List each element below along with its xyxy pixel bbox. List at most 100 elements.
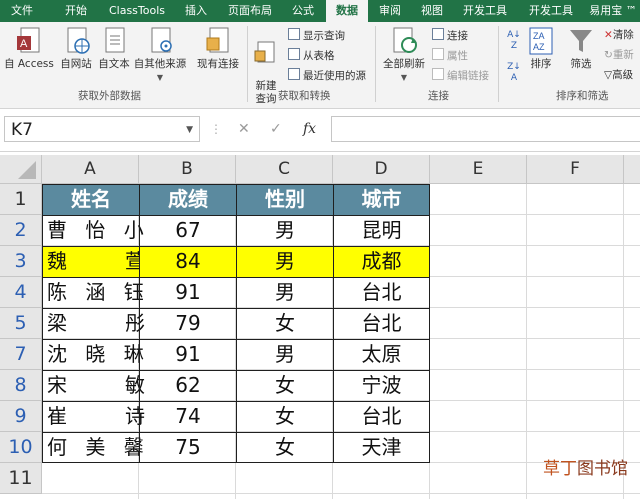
from-text-button[interactable]: 自文本 (94, 26, 134, 71)
row-header-9[interactable]: 9 (0, 401, 42, 432)
from-other-sources-button[interactable]: 自其他来源 ▼ (132, 26, 188, 84)
connections-button[interactable]: 连接 (432, 28, 468, 43)
row-header-11[interactable]: 11 (0, 463, 42, 494)
table-cell-score[interactable]: 79 (139, 308, 236, 339)
tab-data[interactable]: 数据 (326, 0, 368, 22)
table-cell-name[interactable]: 宋 敏 (42, 370, 145, 401)
tab-view[interactable]: 视图 (414, 0, 450, 22)
queries-icon (288, 28, 300, 40)
tab-home[interactable]: 开始 (56, 0, 96, 22)
table-cell-score[interactable]: 91 (139, 277, 236, 308)
sort-button[interactable]: ZA AZ 排序 (526, 26, 556, 71)
table-cell-name[interactable]: 崔 诗 (42, 401, 145, 432)
row-header-7[interactable]: 7 (0, 339, 42, 370)
table-cell-name[interactable]: 魏 萱 (42, 246, 145, 277)
column-header-f[interactable]: F (527, 155, 624, 184)
ribbon-tab-bar: 文件 开始 ClassTools 插入 页面布局 公式 数据 审阅 视图 开发工… (0, 0, 640, 22)
tab-developer[interactable]: 开发工具 (456, 0, 514, 22)
show-queries-button[interactable]: 显示查询 (288, 28, 345, 43)
row-header-4[interactable]: 4 (0, 277, 42, 308)
row-header-5[interactable]: 5 (0, 308, 42, 339)
name-box[interactable]: K7 ▼ (4, 116, 200, 142)
column-header-c[interactable]: C (236, 155, 333, 184)
row-header-3[interactable]: 3 (0, 246, 42, 277)
from-text-label: 自文本 (98, 58, 130, 70)
header-cell-name[interactable]: 姓名 (42, 184, 139, 215)
tab-file[interactable]: 文件 (4, 0, 40, 22)
table-cell-name[interactable]: 曹 怡 小 (42, 215, 144, 246)
from-web-label: 自网站 (60, 58, 92, 70)
table-cell-city[interactable]: 宁波 (333, 370, 430, 401)
tab-classtools[interactable]: ClassTools (104, 0, 170, 22)
table-cell-city[interactable]: 成都 (333, 246, 430, 277)
sort-az-button[interactable]: A↓ Z (504, 30, 524, 52)
reapply-button[interactable]: ↻重新 (604, 48, 634, 62)
advanced-button[interactable]: ▽高级 (604, 68, 633, 82)
more-options-icon[interactable]: ⋮ (210, 116, 222, 142)
table-cell-gender[interactable]: 女 (236, 401, 333, 432)
column-header-e[interactable]: E (430, 155, 527, 184)
table-cell-score[interactable]: 67 (139, 215, 236, 246)
column-header-g[interactable] (624, 155, 640, 184)
cancel-icon[interactable]: ✕ (238, 116, 250, 142)
row-header-10[interactable]: 10 (0, 432, 42, 463)
edit-links-label: 编辑链接 (447, 70, 489, 82)
table-cell-score[interactable]: 91 (139, 339, 236, 370)
row-header-8[interactable]: 8 (0, 370, 42, 401)
table-cell-city[interactable]: 台北 (333, 277, 430, 308)
table-cell-gender[interactable]: 女 (236, 308, 333, 339)
table-cell-score[interactable]: 75 (139, 432, 236, 463)
table-cell-name[interactable]: 陈 涵 钰 (42, 277, 144, 308)
tab-review[interactable]: 审阅 (372, 0, 408, 22)
table-cell-score[interactable]: 84 (139, 246, 236, 277)
from-web-button[interactable]: 自网站 (56, 26, 96, 71)
column-header-a[interactable]: A (42, 155, 139, 184)
formula-input[interactable] (331, 116, 640, 142)
table-cell-name[interactable]: 梁 彤 (42, 308, 145, 339)
tab-page-layout[interactable]: 页面布局 (222, 0, 278, 22)
table-cell-score[interactable]: 62 (139, 370, 236, 401)
table-cell-city[interactable]: 台北 (333, 401, 430, 432)
table-cell-gender[interactable]: 男 (236, 277, 333, 308)
table-cell-name[interactable]: 何 美 馨 (42, 432, 144, 463)
row-header-1[interactable]: 1 (0, 184, 42, 215)
name-box-dropdown-icon[interactable]: ▼ (186, 117, 193, 143)
table-cell-score[interactable]: 74 (139, 401, 236, 432)
svg-text:ZA: ZA (533, 31, 545, 41)
table-cell-gender[interactable]: 男 (236, 246, 333, 277)
table-cell-city[interactable]: 昆明 (333, 215, 430, 246)
enter-icon[interactable]: ✓ (270, 116, 282, 142)
header-cell-score[interactable]: 成绩 (139, 184, 236, 215)
edit-links-button[interactable]: 编辑链接 (432, 68, 489, 83)
table-cell-gender[interactable]: 男 (236, 215, 333, 246)
select-all-corner[interactable] (0, 155, 42, 184)
sort-za-button[interactable]: Z↓ A (504, 62, 524, 84)
table-cell-gender[interactable]: 女 (236, 432, 333, 463)
header-cell-gender[interactable]: 性别 (236, 184, 333, 215)
existing-connections-button[interactable]: 现有连接 (192, 26, 244, 71)
properties-button[interactable]: 属性 (432, 48, 468, 63)
clear-button[interactable]: ✕清除 (604, 28, 634, 42)
table-cell-city[interactable]: 天津 (333, 432, 430, 463)
table-cell-gender[interactable]: 女 (236, 370, 333, 401)
table-cell-city[interactable]: 台北 (333, 308, 430, 339)
text-file-icon (105, 27, 125, 53)
clear-label: 清除 (612, 29, 634, 41)
from-access-button[interactable]: A 自 Access (2, 26, 56, 71)
tab-formulas[interactable]: 公式 (284, 0, 322, 22)
recent-sources-button[interactable]: 最近使用的源 (288, 68, 366, 83)
table-cell-gender[interactable]: 男 (236, 339, 333, 370)
insert-function-icon[interactable]: fx (303, 116, 316, 142)
filter-button[interactable]: 筛选 (566, 26, 596, 71)
from-table-button[interactable]: 从表格 (288, 48, 335, 63)
tab-easyuse[interactable]: 易用宝 ™ (586, 0, 640, 22)
header-cell-city[interactable]: 城市 (333, 184, 430, 215)
tab-insert[interactable]: 插入 (178, 0, 214, 22)
column-header-b[interactable]: B (139, 155, 236, 184)
row-header-2[interactable]: 2 (0, 215, 42, 246)
tab-developer-2[interactable]: 开发工具 (522, 0, 580, 22)
refresh-all-button[interactable]: 全部刷新 ▼ (380, 26, 428, 84)
table-cell-name[interactable]: 沈 晓 琳 (42, 339, 144, 370)
table-cell-city[interactable]: 太原 (333, 339, 430, 370)
column-header-d[interactable]: D (333, 155, 430, 184)
